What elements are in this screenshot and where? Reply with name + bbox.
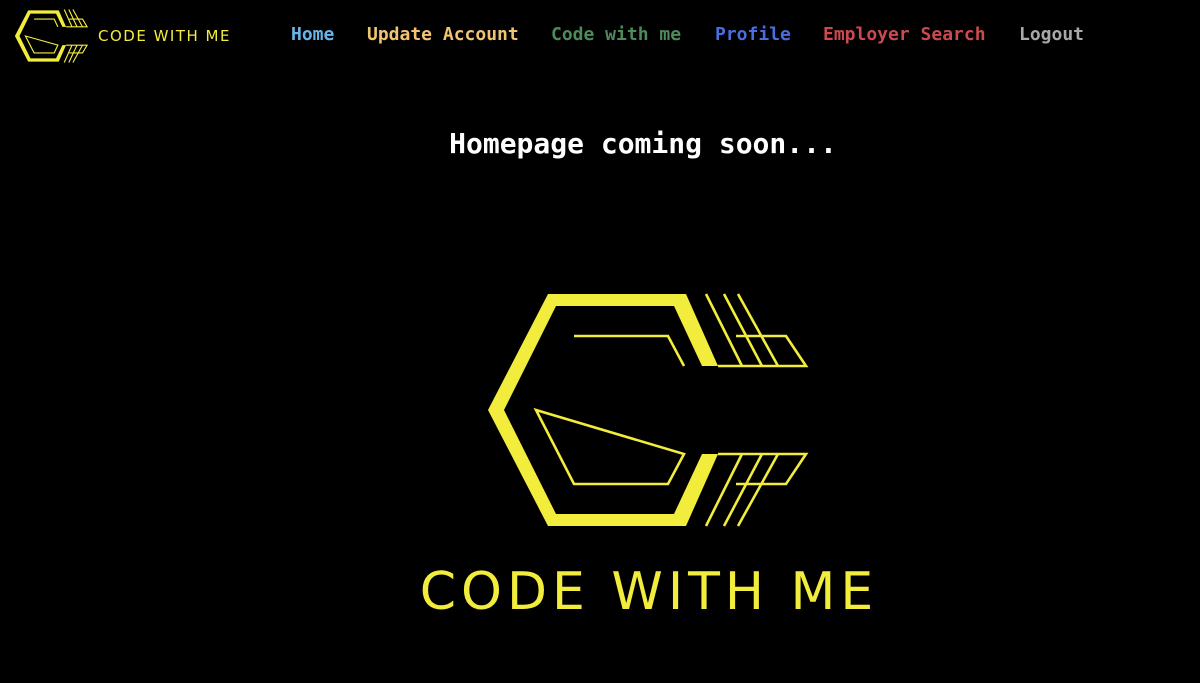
top-navbar: CODE WITH ME Home Update Account Code wi… (0, 0, 1200, 72)
nav-logout-link[interactable]: Logout (1019, 23, 1084, 47)
nav-home-link[interactable]: Home (291, 23, 334, 47)
nav-update-account-link[interactable]: Update Account (367, 23, 519, 47)
code-with-me-logo-icon (14, 9, 88, 63)
nav-code-with-me-link[interactable]: Code with me (551, 23, 681, 47)
hero-brand-text: CODE WITH ME (419, 562, 879, 622)
nav-employer-search-link[interactable]: Employer Search (823, 23, 986, 47)
hero-logo-icon (488, 293, 809, 527)
brand-name: CODE WITH ME (98, 27, 231, 45)
page-headline: Homepage coming soon... (449, 127, 837, 160)
nav-profile-link[interactable]: Profile (715, 23, 791, 47)
brand-link[interactable]: CODE WITH ME (14, 7, 231, 65)
